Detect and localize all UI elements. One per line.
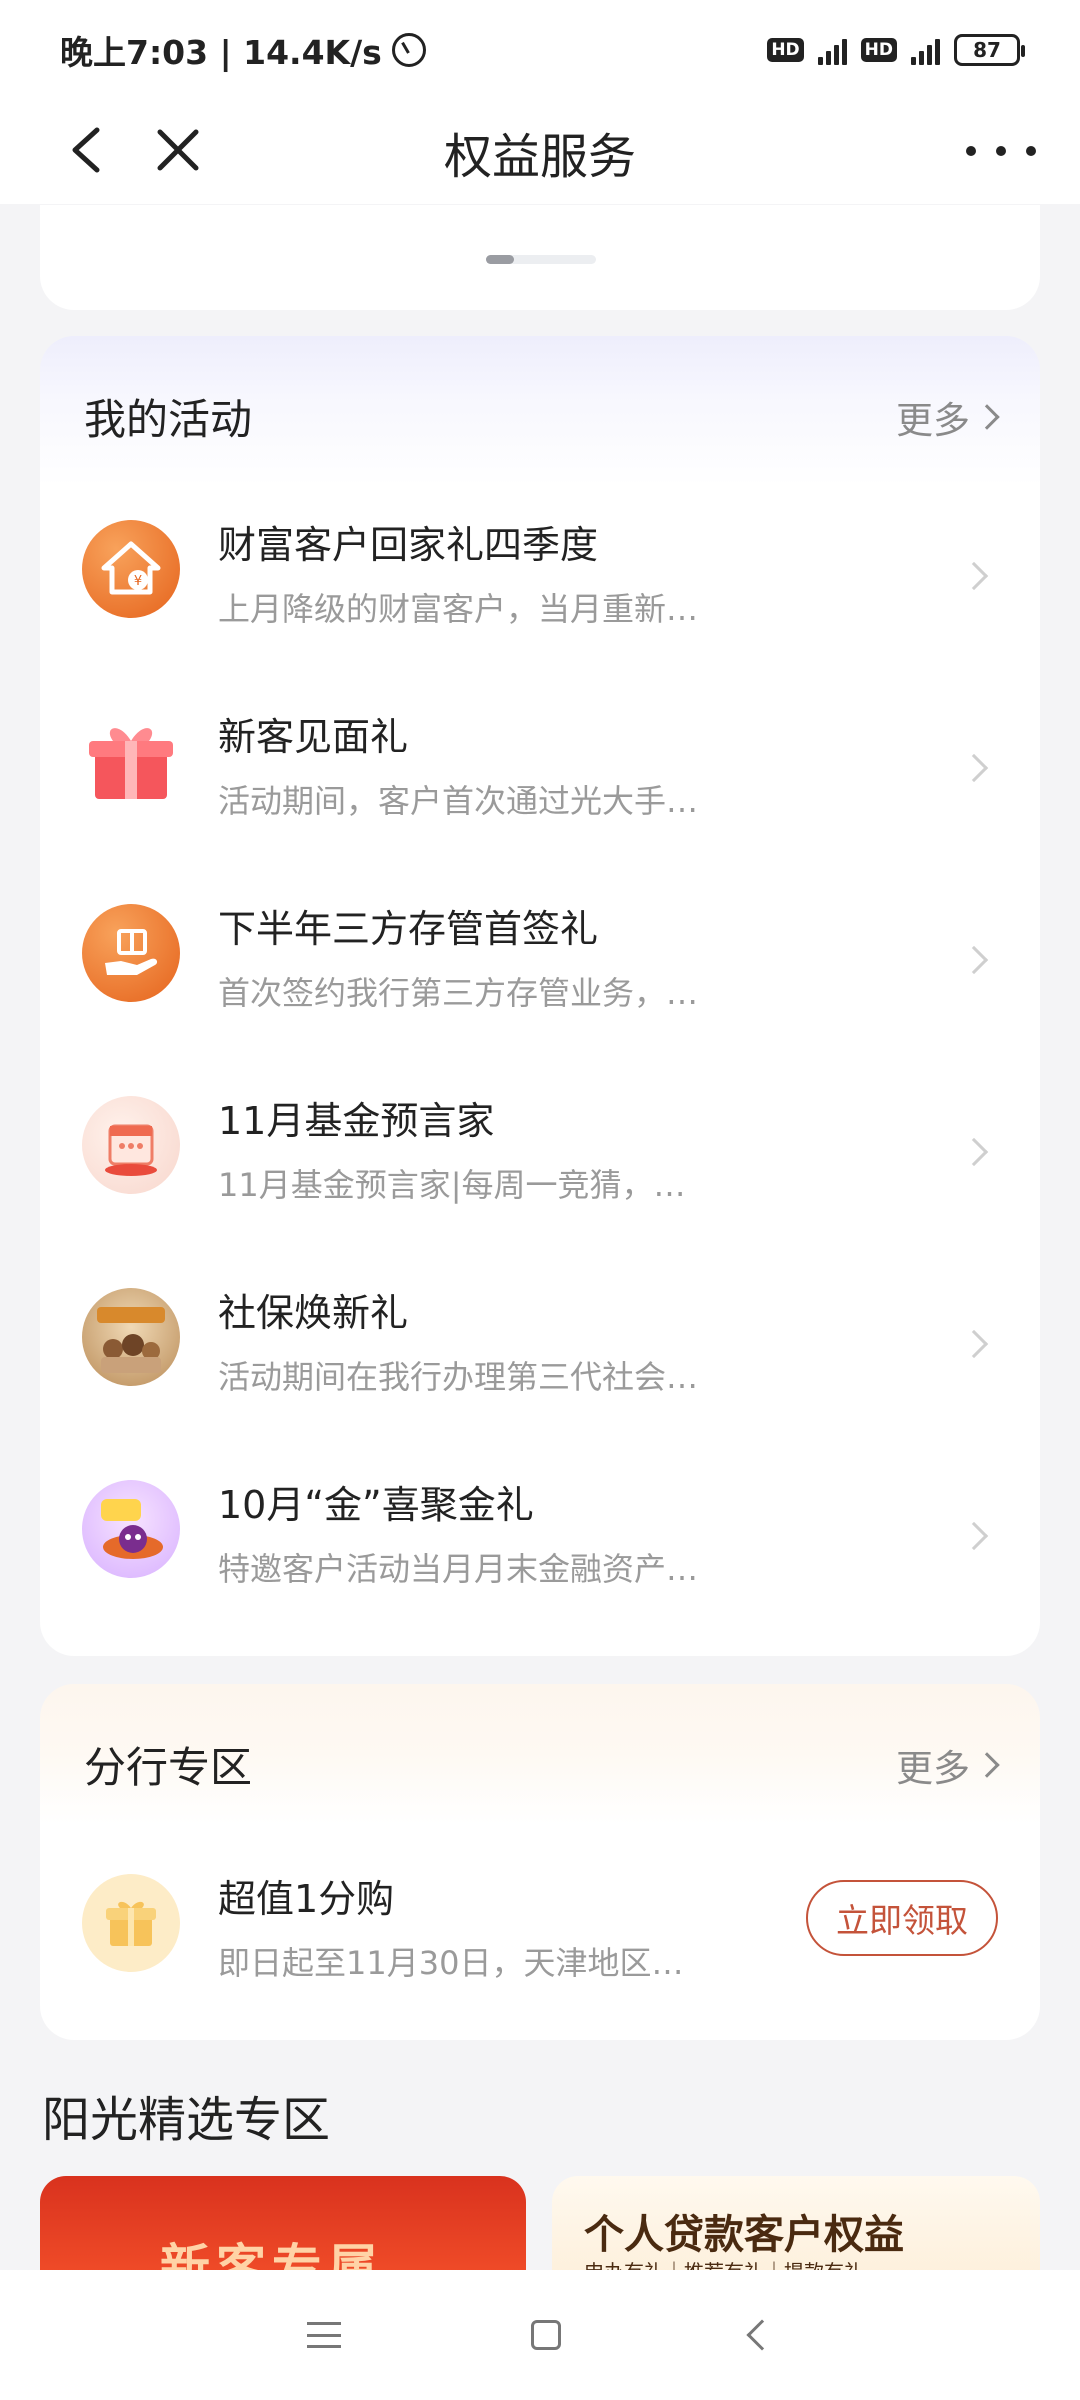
alarm-clock-icon <box>391 33 426 67</box>
my-activities-more-link[interactable]: 更多 <box>896 390 1000 444</box>
calendar-icon <box>82 1096 180 1194</box>
gift-icon <box>82 1874 180 1972</box>
nav-bar: 权益服务 <box>0 100 1080 204</box>
more-label: 更多 <box>896 1746 970 1790</box>
activity-title: 财富客户回家礼四季度 <box>218 523 599 567</box>
activity-desc: 活动期间在我行办理第三代社会… <box>218 1358 699 1396</box>
activity-desc: 特邀客户活动当月月末金融资产… <box>218 1550 699 1588</box>
signal-icon-2 <box>911 35 940 65</box>
activity-desc: 活动期间，客户首次通过光大手… <box>218 782 699 820</box>
activity-title: 10月“金”喜聚金礼 <box>218 1483 534 1527</box>
branch-offer-title: 超值1分购 <box>218 1877 395 1921</box>
back-arrow-icon <box>72 127 100 173</box>
my-activities-header: 我的活动 更多 <box>84 386 1000 447</box>
activity-title: 下半年三方存管首签礼 <box>218 907 599 951</box>
close-icon <box>157 129 199 171</box>
loan-benefits-promo-card[interactable]: 个人贷款客户权益 申办有礼｜推荐有礼｜提款有礼 <box>552 2176 1040 2276</box>
system-nav-bar <box>0 2270 1080 2400</box>
section-title-my-activities: 我的活动 <box>84 395 253 444</box>
back-button[interactable] <box>56 120 116 180</box>
chevron-right-icon <box>959 945 989 975</box>
my-activities-card: 我的活动 更多 ¥ 财富客户回家礼四季度 上月降级的财富客户，当月重新… 新客见… <box>40 336 1040 1656</box>
signal-icon <box>817 35 847 65</box>
branch-offer-item[interactable]: 超值1分购 即日起至11月30日，天津地区… 立即领取 <box>40 1834 1040 2014</box>
system-back-icon[interactable] <box>746 2319 778 2351</box>
claim-now-button[interactable]: 立即领取 <box>806 1880 998 1956</box>
activity-desc: 11月基金预言家|每周一竞猜，… <box>218 1166 686 1204</box>
gift-box-icon <box>82 712 180 810</box>
photo-thumbnail-icon <box>82 1288 180 1386</box>
menu-icon[interactable] <box>307 2322 341 2348</box>
carousel-indicator-active <box>486 255 514 264</box>
activity-desc: 首次签约我行第三方存管业务，… <box>218 974 699 1012</box>
status-time-speed: 晚上7:03 | 14.4K/s <box>60 33 382 72</box>
activity-title: 社保焕新礼 <box>218 1291 409 1335</box>
gold-promo-icon <box>82 1480 180 1578</box>
home-icon[interactable] <box>531 2320 561 2350</box>
status-right: HD HD 87 <box>767 34 1025 66</box>
svg-text:¥: ¥ <box>134 574 142 589</box>
chevron-right-icon <box>959 753 989 783</box>
hd-icon: HD <box>767 38 804 62</box>
hd-icon-2: HD <box>860 38 897 62</box>
activity-item[interactable]: 10月“金”喜聚金礼 特邀客户活动当月月末金融资产… <box>40 1440 1040 1632</box>
activity-desc: 上月降级的财富客户，当月重新… <box>218 590 699 628</box>
carousel-indicator <box>486 255 596 264</box>
chevron-right-icon <box>974 1751 1000 1778</box>
new-customer-promo-card[interactable]: 新客专属 <box>40 2176 526 2276</box>
branch-zone-card: 分行专区 更多 超值1分购 即日起至11月30日，天津地区… 立即领取 <box>40 1684 1040 2040</box>
banner-card <box>40 205 1040 310</box>
chevron-right-icon <box>959 1329 989 1359</box>
activity-item[interactable]: ¥ 财富客户回家礼四季度 上月降级的财富客户，当月重新… <box>40 480 1040 672</box>
close-button[interactable] <box>148 120 208 180</box>
chevron-right-icon <box>959 1521 989 1551</box>
status-bar: 晚上7:03 | 14.4K/s HD HD 87 <box>0 0 1080 100</box>
chevron-right-icon <box>959 561 989 591</box>
section-title-sunshine-zone: 阳光精选专区 <box>42 2092 331 2148</box>
more-label: 更多 <box>896 398 970 442</box>
battery-icon: 87 <box>954 34 1025 66</box>
activity-item[interactable]: 11月基金预言家 11月基金预言家|每周一竞猜，… <box>40 1056 1040 1248</box>
promo-left-text: 新客专属 <box>160 2239 384 2276</box>
status-left: 晚上7:03 | 14.4K/s <box>60 26 426 74</box>
activity-title: 新客见面礼 <box>218 715 409 759</box>
branch-offer-desc: 即日起至11月30日，天津地区… <box>218 1944 684 1982</box>
dot-icon <box>1026 146 1036 156</box>
activity-item[interactable]: 新客见面礼 活动期间，客户首次通过光大手… <box>40 672 1040 864</box>
activity-item[interactable]: 下半年三方存管首签礼 首次签约我行第三方存管业务，… <box>40 864 1040 1056</box>
branch-zone-more-link[interactable]: 更多 <box>896 1738 1000 1792</box>
chevron-right-icon <box>974 403 1000 430</box>
activity-title: 11月基金预言家 <box>218 1099 495 1143</box>
promo-right-title: 个人贷款客户权益 <box>584 2211 904 2258</box>
house-yen-icon: ¥ <box>82 520 180 618</box>
activity-item[interactable]: 社保焕新礼 活动期间在我行办理第三代社会… <box>40 1248 1040 1440</box>
dot-icon <box>966 146 976 156</box>
branch-zone-header: 分行专区 更多 <box>84 1734 1000 1795</box>
chevron-right-icon <box>959 1137 989 1167</box>
more-options-button[interactable] <box>966 136 1036 166</box>
section-title-branch-zone: 分行专区 <box>84 1743 253 1792</box>
hand-gift-icon <box>82 904 180 1002</box>
dot-icon <box>996 146 1006 156</box>
